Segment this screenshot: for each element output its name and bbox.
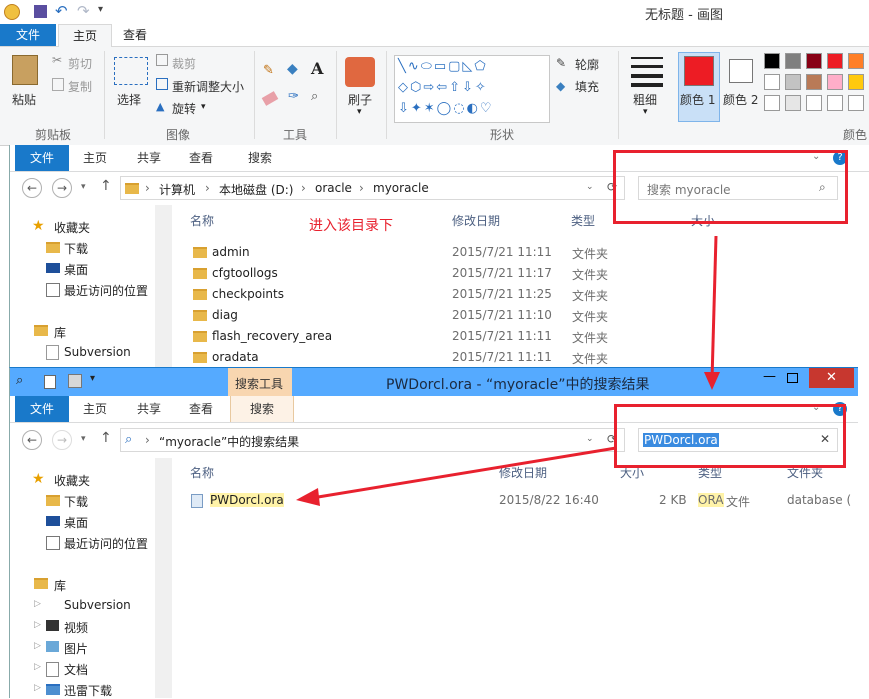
arrow-left-line bbox=[311, 446, 617, 500]
annotation-arrows bbox=[296, 235, 720, 506]
arrow-down-line bbox=[710, 235, 718, 381]
arrow-down-head bbox=[704, 372, 720, 390]
arrow-left-head bbox=[296, 488, 320, 506]
